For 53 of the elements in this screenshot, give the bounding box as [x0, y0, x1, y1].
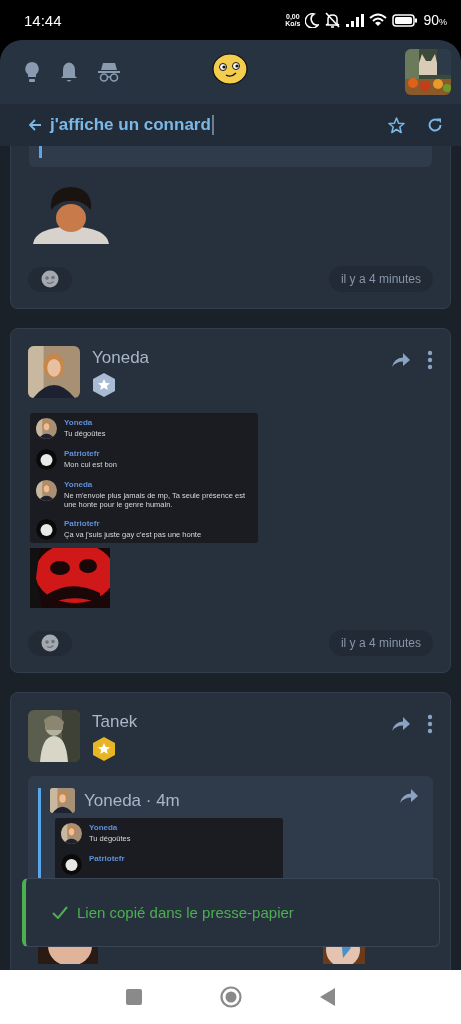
star-button[interactable] [388, 116, 405, 134]
toast-message: Lien copié dans le presse-papier [77, 904, 294, 921]
battery-level: 90% [423, 12, 447, 28]
bell-icon[interactable] [60, 61, 78, 83]
rank-badge-icon [92, 736, 116, 762]
wifi-icon [369, 13, 388, 27]
signal-icon [346, 13, 365, 27]
smiley-icon [41, 270, 59, 288]
more-icon [427, 714, 433, 734]
incognito-icon[interactable] [98, 62, 120, 82]
recents-button[interactable] [125, 989, 142, 1005]
share-button[interactable] [391, 716, 411, 732]
refresh-icon [427, 117, 443, 133]
share-arrow-icon [391, 352, 411, 368]
smiley-icon [41, 634, 59, 652]
timestamp: il y a 4 minutes [328, 266, 433, 292]
message-author: Yoneda [89, 823, 119, 832]
timestamp: il y a 4 minutes [328, 630, 433, 656]
back-button[interactable] [28, 118, 42, 132]
message-author: Patriotefr [64, 449, 101, 458]
reaction-button[interactable] [28, 630, 72, 656]
square-icon [125, 989, 142, 1005]
circle-icon [219, 986, 242, 1008]
author-name[interactable]: Yoneda [92, 348, 150, 368]
share-arrow-icon [399, 788, 419, 804]
share-button[interactable] [391, 352, 411, 368]
message-author: Yoneda [64, 480, 94, 489]
home-button[interactable] [219, 986, 242, 1008]
share-arrow-icon [391, 716, 411, 732]
page-title: j'affiche un connard [50, 115, 214, 135]
clock: 14:44 [24, 11, 62, 29]
lightbulb-icon[interactable] [24, 61, 40, 83]
more-button[interactable] [427, 350, 433, 370]
triangle-icon [319, 988, 336, 1006]
back-arrow-icon [28, 118, 42, 132]
reaction-button[interactable] [28, 266, 72, 292]
smiling-emoji-icon[interactable] [212, 53, 248, 85]
message-author: Patriotefr [64, 519, 101, 528]
muted-bell-icon [324, 12, 342, 28]
author-name[interactable]: Tanek [92, 712, 138, 732]
message-author: Yoneda [64, 418, 94, 427]
message-author: Patriotefr [89, 854, 125, 863]
quoted-author: Yoneda · 4m [84, 790, 180, 811]
more-button[interactable] [427, 714, 433, 734]
rank-badge-icon [92, 372, 116, 398]
more-icon [427, 350, 433, 370]
moon-icon [305, 12, 320, 28]
refresh-button[interactable] [427, 117, 443, 133]
battery-icon [392, 13, 419, 27]
share-button[interactable] [399, 788, 419, 804]
check-icon [52, 906, 68, 919]
back-button[interactable] [319, 988, 336, 1006]
star-icon [388, 116, 405, 134]
